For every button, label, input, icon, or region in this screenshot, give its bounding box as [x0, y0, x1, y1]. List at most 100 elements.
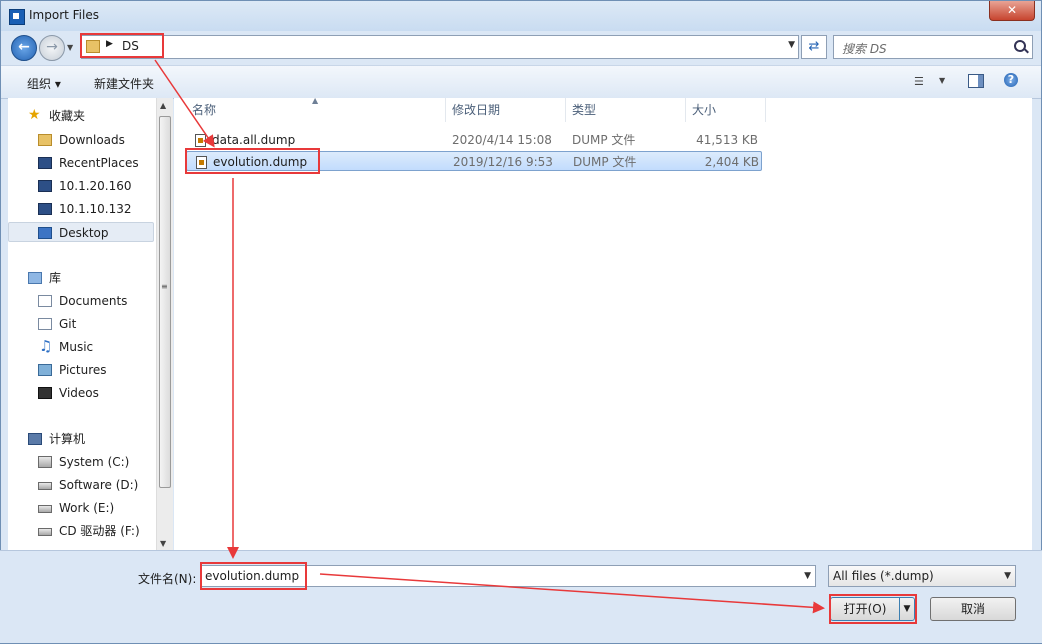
sidebar-group-computer[interactable]: 计算机	[8, 429, 154, 449]
view-dropdown-icon[interactable]: ▼	[939, 76, 945, 85]
sidebar-item-label: Work (E:)	[59, 501, 115, 515]
sidebar-item-label: Documents	[59, 294, 128, 308]
filetype-select[interactable]: All files (*.dump) ▼	[828, 565, 1016, 587]
folder-icon	[38, 134, 52, 146]
file-size: 2,404 KB	[704, 155, 759, 169]
network-computer-icon	[38, 180, 52, 192]
column-header-size[interactable]: 大小	[692, 98, 716, 122]
close-button[interactable]: ✕	[989, 1, 1035, 21]
filename-input[interactable]: evolution.dump ▼	[200, 565, 816, 587]
file-name: data.all.dump	[212, 133, 296, 147]
sidebar-group-label: 库	[49, 271, 62, 285]
column-divider[interactable]	[685, 98, 686, 122]
new-folder-button[interactable]: 新建文件夹	[94, 75, 154, 92]
address-field[interactable]: ▶ DS ▼	[81, 35, 799, 59]
sidebar-item-label: Videos	[59, 386, 99, 400]
sidebar-item-work-e[interactable]: Work (E:)	[8, 498, 154, 518]
filename-dropdown-icon[interactable]: ▼	[804, 566, 811, 586]
cancel-button[interactable]: 取消	[930, 597, 1016, 621]
sidebar-item-git[interactable]: Git	[8, 314, 154, 334]
sidebar-item-label: Music	[59, 340, 94, 354]
filename-label: 文件名(N):	[138, 572, 197, 586]
breadcrumb-arrow-icon[interactable]: ▶	[106, 39, 113, 49]
forward-button[interactable]: →	[39, 35, 65, 61]
app-icon	[9, 9, 25, 25]
dump-file-icon	[196, 156, 207, 169]
view-options-icon[interactable]: ☰	[914, 75, 924, 88]
sidebar-group-libraries[interactable]: 库	[8, 268, 154, 288]
file-size: 41,513 KB	[696, 133, 758, 147]
column-divider[interactable]	[445, 98, 446, 122]
filetype-value: All files (*.dump)	[833, 569, 934, 583]
star-icon: ★	[28, 107, 41, 123]
sidebar-item-system-c[interactable]: System (C:)	[8, 452, 154, 472]
column-divider[interactable]	[565, 98, 566, 122]
search-input[interactable]: 搜索 DS	[833, 35, 1033, 59]
drive-icon	[38, 482, 52, 490]
back-button[interactable]: ←	[11, 35, 37, 61]
help-icon[interactable]: ?	[1004, 73, 1018, 87]
sidebar-item-label: CD 驱动器 (F:)	[59, 524, 140, 538]
address-bar-row: ← → ▼ ▶ DS ▼ ⇄ 搜索 DS	[1, 31, 1041, 63]
sidebar-item-label: Pictures	[59, 363, 107, 377]
music-icon: ♫	[39, 337, 53, 355]
sidebar-item-documents[interactable]: Documents	[8, 291, 154, 311]
sidebar-item-label: 10.1.10.132	[59, 202, 132, 216]
sidebar-item-label: Downloads	[59, 133, 125, 147]
sidebar-group-favorites[interactable]: ★ 收藏夹	[8, 106, 154, 126]
search-placeholder: 搜索 DS	[842, 42, 887, 56]
sidebar-item-10-1-10-132[interactable]: 10.1.10.132	[8, 199, 154, 219]
sidebar-item-label: Software (D:)	[59, 478, 139, 492]
open-dropdown-icon[interactable]: ▼	[899, 597, 915, 621]
title-bar: Import Files ✕	[1, 1, 1041, 31]
sidebar-item-label: RecentPlaces	[59, 156, 139, 170]
history-dropdown-icon[interactable]: ▼	[67, 43, 73, 52]
documents-icon	[38, 295, 52, 307]
scroll-up-icon[interactable]: ▲	[160, 101, 166, 110]
sidebar-item-desktop[interactable]: Desktop	[8, 222, 154, 242]
breadcrumb-current[interactable]: DS	[122, 39, 139, 53]
window-title: Import Files	[29, 8, 99, 22]
recent-places-icon	[38, 157, 52, 169]
cd-drive-icon	[38, 528, 52, 536]
library-icon	[28, 272, 42, 284]
folder-icon	[86, 40, 100, 53]
sidebar-item-cd-drive-f[interactable]: CD 驱动器 (F:)	[8, 521, 154, 541]
videos-icon	[38, 387, 52, 399]
scrollbar-thumb[interactable]	[159, 116, 171, 488]
address-dropdown-icon[interactable]: ▼	[788, 40, 795, 50]
filetype-dropdown-icon[interactable]: ▼	[1004, 566, 1011, 586]
network-computer-icon	[38, 203, 52, 215]
organize-button[interactable]: 组织 ▾	[27, 75, 61, 92]
filename-value: evolution.dump	[205, 569, 300, 583]
sidebar-item-music[interactable]: ♫ Music	[8, 337, 154, 357]
sidebar-item-label: 10.1.20.160	[59, 179, 132, 193]
pictures-icon	[38, 364, 52, 376]
scroll-down-icon[interactable]: ▼	[160, 539, 166, 548]
column-divider[interactable]	[765, 98, 766, 122]
preview-pane-icon[interactable]	[968, 74, 984, 88]
column-header-type[interactable]: 类型	[572, 98, 596, 122]
column-header-name[interactable]: 名称	[192, 98, 216, 122]
computer-icon	[28, 433, 42, 445]
sidebar-item-pictures[interactable]: Pictures	[8, 360, 154, 380]
sidebar-item-software-d[interactable]: Software (D:)	[8, 475, 154, 495]
column-header-modified[interactable]: 修改日期	[452, 98, 500, 122]
file-name: evolution.dump	[213, 155, 308, 169]
file-row-selected[interactable]: evolution.dump 2019/12/16 9:53 DUMP 文件 2…	[186, 151, 762, 171]
scrollbar-grip-icon: ≡	[161, 282, 168, 291]
refresh-button[interactable]: ⇄	[801, 35, 827, 59]
sidebar-item-recentplaces[interactable]: RecentPlaces	[8, 153, 154, 173]
file-type: DUMP 文件	[572, 133, 636, 147]
open-button[interactable]: 打开(O)	[830, 597, 900, 621]
sidebar-item-10-1-20-160[interactable]: 10.1.20.160	[8, 176, 154, 196]
dialog-footer: 文件名(N): evolution.dump ▼ All files (*.du…	[0, 550, 1042, 643]
sidebar-item-downloads[interactable]: Downloads	[8, 130, 154, 150]
file-row[interactable]: data.all.dump 2020/4/14 15:08 DUMP 文件 41…	[186, 130, 762, 150]
sort-ascending-icon: ▲	[312, 96, 319, 105]
dump-file-icon	[195, 134, 206, 147]
sidebar-item-label: Desktop	[59, 226, 109, 240]
desktop-icon	[38, 227, 52, 239]
navigation-scrollbar[interactable]: ▲ ≡ ▼	[156, 98, 173, 550]
sidebar-item-videos[interactable]: Videos	[8, 383, 154, 403]
